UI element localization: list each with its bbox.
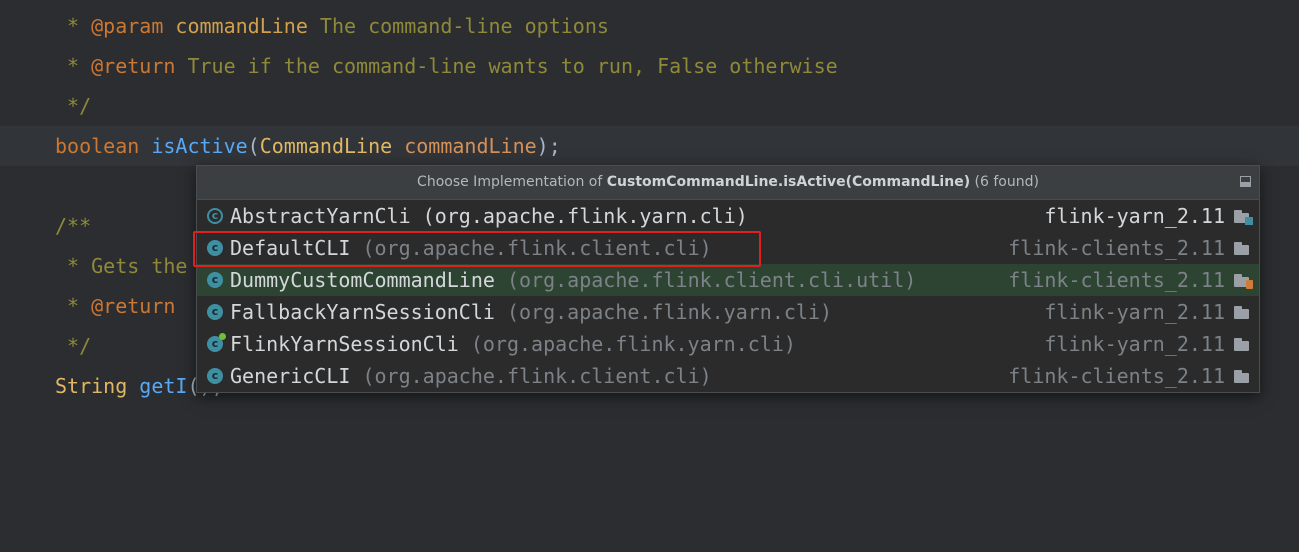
- popup-header: Choose Implementation of CustomCommandLi…: [197, 166, 1259, 200]
- popup-title-count: (6 found): [970, 174, 1039, 190]
- code-line[interactable]: * @return True if the command-line wants…: [0, 46, 1299, 86]
- doc-text: True if the command-line wants to run, F…: [175, 54, 838, 78]
- runnable-class-icon: c: [207, 333, 226, 352]
- abstract-class-icon: c: [207, 208, 223, 224]
- doc-start: /**: [55, 214, 92, 238]
- code-line-current[interactable]: boolean isActive(CommandLine commandLine…: [0, 126, 1299, 166]
- doc-tag-return: @return: [91, 294, 176, 318]
- package-name: (org.apache.flink.yarn.cli): [494, 300, 833, 324]
- doc-star: *: [55, 54, 92, 78]
- doc-tag-return: @return: [91, 54, 176, 78]
- package-name: (org.apache.flink.yarn.cli): [410, 204, 748, 228]
- implementation-list[interactable]: c AbstractYarnCli (org.apache.flink.yarn…: [197, 200, 1259, 392]
- module-folder-icon: [1234, 370, 1251, 383]
- annotation-highlight-box: [193, 231, 761, 267]
- module-name: flink-yarn_2.11: [1044, 204, 1225, 228]
- popup-title-target: CustomCommandLine.isActive(CommandLine): [606, 174, 971, 190]
- class-icon: c: [207, 368, 223, 384]
- module-folder-icon: [1234, 338, 1251, 351]
- doc-end: */: [55, 94, 92, 118]
- code-line[interactable]: */: [0, 86, 1299, 126]
- doc-star: *: [55, 294, 92, 318]
- class-name: FlinkYarnSessionCli: [230, 332, 459, 356]
- class-icon: c: [207, 304, 223, 320]
- class-name: GenericCLI: [230, 364, 351, 388]
- class-name: AbstractYarnCli: [230, 204, 411, 228]
- module-name: flink-yarn_2.11: [1044, 332, 1225, 356]
- class-name: FallbackYarnSessionCli: [230, 300, 495, 324]
- choose-implementation-popup[interactable]: Choose Implementation of CustomCommandLi…: [196, 165, 1260, 393]
- list-item-genericcli[interactable]: c GenericCLI (org.apache.flink.client.cl…: [197, 360, 1259, 392]
- code-line[interactable]: * @param commandLine The command-line op…: [0, 6, 1299, 46]
- doc-param-name: commandLine: [175, 14, 308, 38]
- module-folder-icon: [1234, 210, 1253, 225]
- list-item-fallbackyarnsessioncli[interactable]: c FallbackYarnSessionCli (org.apache.fli…: [197, 296, 1259, 328]
- module-name: flink-clients_2.11: [1008, 364, 1225, 388]
- method-name[interactable]: isActive: [151, 134, 247, 158]
- doc-star: *: [55, 14, 92, 38]
- method-name[interactable]: getI: [139, 374, 187, 398]
- module-folder-icon: [1234, 242, 1251, 255]
- module-folder-icon: [1234, 306, 1251, 319]
- popup-title-prefix: Choose Implementation of: [417, 174, 607, 190]
- pin-window-icon[interactable]: [1240, 176, 1251, 187]
- module-name: flink-clients_2.11: [1008, 236, 1225, 260]
- module-name: flink-clients_2.11: [1008, 268, 1225, 292]
- doc-end: */: [55, 334, 92, 358]
- module-folder-test-icon: [1234, 274, 1253, 289]
- package-name: (org.apache.flink.client.cli): [350, 364, 712, 388]
- list-item-abstractyarncli[interactable]: c AbstractYarnCli (org.apache.flink.yarn…: [197, 200, 1259, 232]
- keyword-boolean: boolean: [55, 134, 140, 158]
- class-icon: c: [207, 272, 223, 288]
- param-name: commandLine: [404, 134, 537, 158]
- doc-text: * Gets the: [55, 254, 188, 278]
- module-name: flink-yarn_2.11: [1044, 300, 1225, 324]
- list-item-flinkyarnsessioncli[interactable]: c FlinkYarnSessionCli (org.apache.flink.…: [197, 328, 1259, 360]
- class-name: DummyCustomCommandLine: [230, 268, 495, 292]
- param-type: CommandLine: [259, 134, 393, 158]
- type-string: String: [55, 374, 128, 398]
- doc-text: The command-line options: [307, 14, 609, 38]
- doc-tag-param: @param: [91, 14, 164, 38]
- package-name: (org.apache.flink.yarn.cli): [458, 332, 796, 356]
- package-name: (org.apache.flink.client.cli.util): [494, 268, 917, 292]
- list-item-dummycustomcommandline[interactable]: c DummyCustomCommandLine (org.apache.fli…: [197, 264, 1259, 296]
